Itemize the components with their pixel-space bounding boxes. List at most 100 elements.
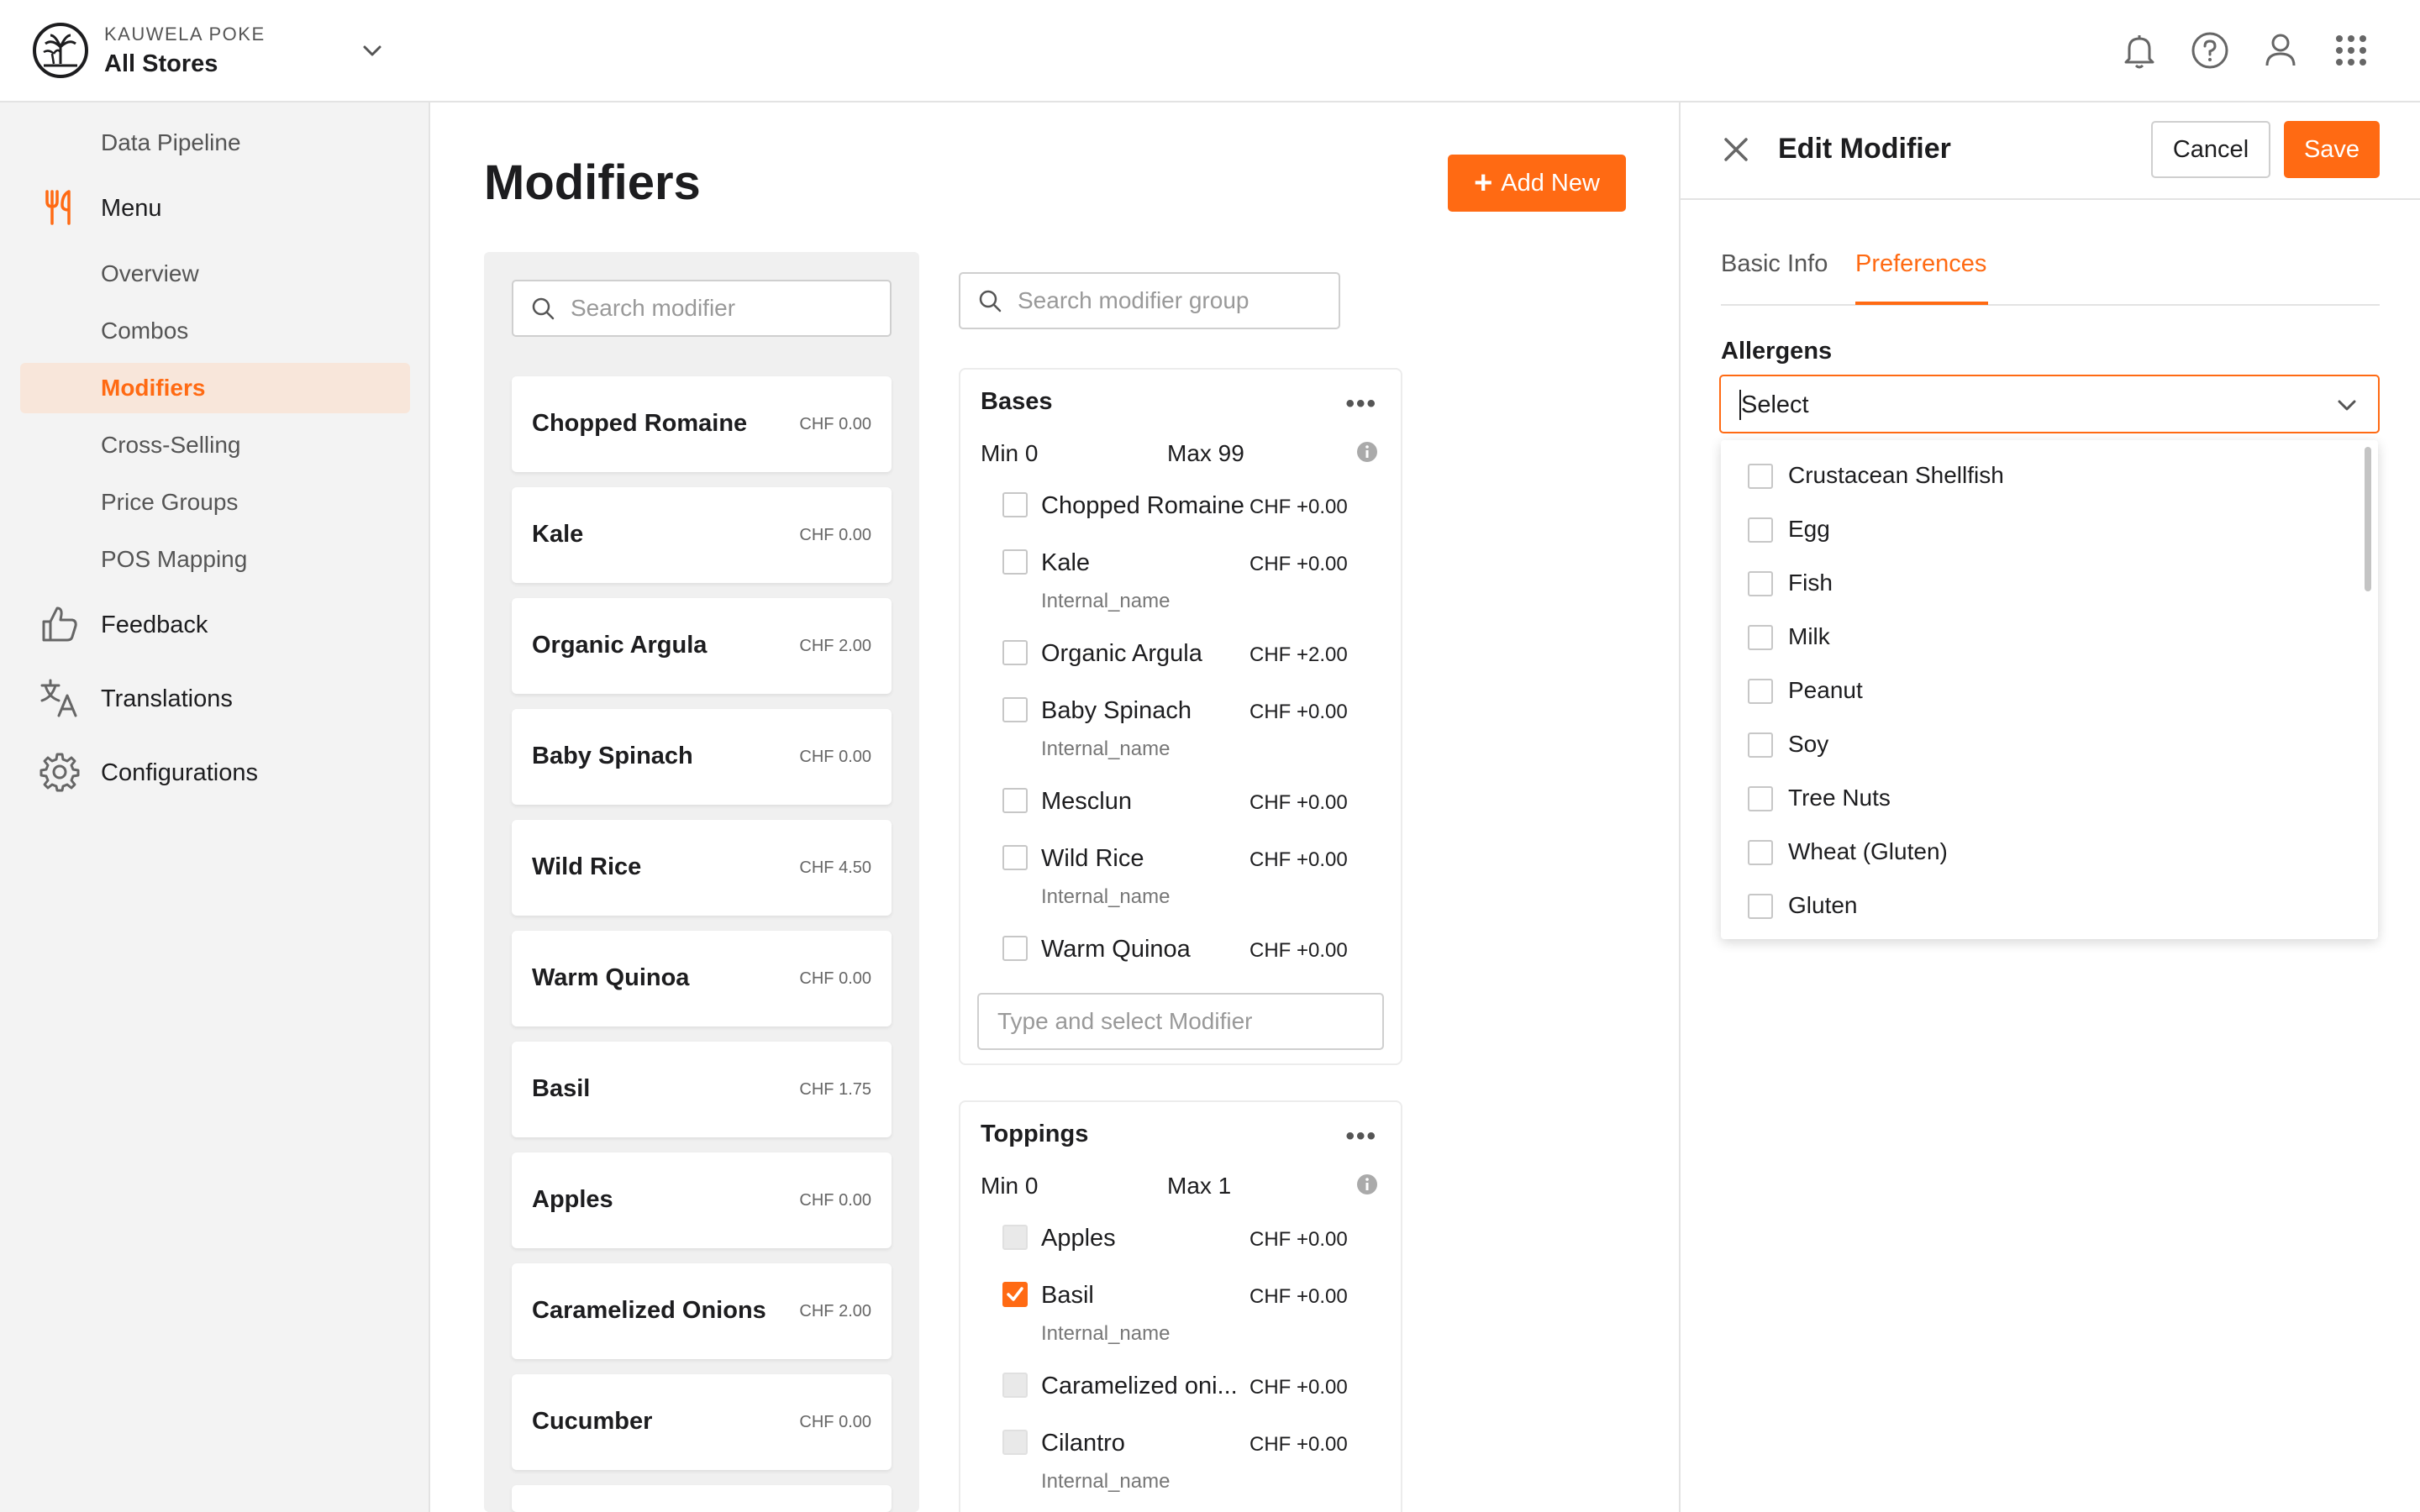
option-checkbox[interactable] [1002, 845, 1028, 870]
modifier-card[interactable]: Cucumber CHF 0.00 [512, 1374, 892, 1470]
option-checkbox[interactable] [1002, 697, 1028, 722]
modifier-card[interactable]: Basil CHF 1.75 [512, 1042, 892, 1137]
modifier-card[interactable]: Caramelized Onions CHF 2.00 [512, 1263, 892, 1359]
option-name: Cilantro [1041, 1430, 1125, 1457]
option-checkbox-checked[interactable] [1002, 1282, 1028, 1307]
bell-icon[interactable] [2118, 29, 2161, 72]
user-icon[interactable] [2259, 29, 2302, 72]
allergen-checkbox[interactable] [1748, 732, 1773, 758]
option-checkbox[interactable] [1002, 936, 1028, 961]
allergen-option-label: Gluten [1788, 892, 1858, 918]
modifier-name: Basil [532, 1075, 591, 1102]
allergens-dropdown: Crustacean Shellfish Egg Fish Milk Peanu… [1721, 440, 2378, 939]
modifier-name: Apples [532, 1186, 613, 1213]
allergen-option[interactable]: Peanut [1721, 664, 2360, 717]
allergen-checkbox[interactable] [1748, 786, 1773, 811]
info-icon[interactable] [1355, 440, 1379, 464]
sidebar-item-modifiers[interactable]: Modifiers [101, 375, 205, 402]
allergen-checkbox[interactable] [1748, 840, 1773, 865]
tab-basic-info[interactable]: Basic Info [1721, 250, 1828, 278]
sidebar-item-data-pipeline[interactable]: Data Pipeline [101, 129, 241, 156]
add-new-button[interactable]: + Add New [1448, 155, 1626, 212]
modifier-price: CHF 0.00 [799, 748, 871, 766]
allergen-checkbox[interactable] [1748, 625, 1773, 650]
gear-icon [39, 753, 80, 792]
group-max: Max 1 [1167, 1173, 1232, 1199]
option-checkbox[interactable] [1002, 492, 1028, 517]
allergens-select[interactable]: Select [1719, 375, 2380, 433]
translate-icon [40, 679, 77, 717]
modifier-card[interactable]: Wild Rice CHF 4.50 [512, 820, 892, 916]
allergen-checkbox[interactable] [1748, 679, 1773, 704]
modifier-card[interactable]: Baby Spinach CHF 0.00 [512, 709, 892, 805]
allergen-option[interactable]: Gluten [1721, 879, 2360, 932]
more-options-icon[interactable]: ••• [1345, 390, 1377, 418]
sidebar-item-menu[interactable]: Menu [101, 195, 162, 223]
modifier-card[interactable]: Kale CHF 0.00 [512, 487, 892, 583]
allergen-checkbox[interactable] [1748, 517, 1773, 543]
allergen-option[interactable]: Milk [1721, 610, 2360, 664]
sidebar-item-overview[interactable]: Overview [101, 260, 199, 287]
add-new-label: Add New [1501, 169, 1600, 197]
allergen-option[interactable]: Egg [1721, 502, 2360, 556]
search-group-field [959, 272, 1340, 329]
edit-modifier-drawer: Edit Modifier Cancel Save Basic Info Pre… [1679, 102, 2420, 1512]
sidebar-item-cross-selling[interactable]: Cross-Selling [101, 432, 241, 459]
group-min: Min 0 [981, 1173, 1039, 1199]
sidebar-active-highlight [20, 363, 410, 413]
sidebar-item-price-groups[interactable]: Price Groups [101, 489, 238, 516]
sidebar-item-feedback[interactable]: Feedback [101, 612, 208, 639]
type-select-modifier-input[interactable] [977, 993, 1384, 1050]
info-icon[interactable] [1355, 1173, 1379, 1196]
allergen-checkbox[interactable] [1748, 464, 1773, 489]
option-checkbox[interactable] [1002, 640, 1028, 665]
modifier-group-card-toppings: Toppings ••• Min 0 Max 1 Apples CHF +0.0… [959, 1100, 1402, 1512]
sidebar-item-translations[interactable]: Translations [101, 685, 233, 713]
allergen-option[interactable]: Soy [1721, 717, 2360, 771]
allergen-option[interactable]: Fish [1721, 556, 2360, 610]
option-checkbox-disabled [1002, 1373, 1028, 1398]
modifier-card[interactable]: Warm Quinoa CHF 0.00 [512, 931, 892, 1026]
dropdown-scrollbar[interactable] [2365, 447, 2371, 591]
allergen-option[interactable]: Wheat (Gluten) [1721, 825, 2360, 879]
chevron-down-icon[interactable] [2333, 391, 2361, 420]
sidebar-item-combos[interactable]: Combos [101, 318, 188, 344]
allergen-option[interactable]: Crustacean Shellfish [1721, 449, 2360, 502]
modifier-card[interactable]: Organic Argula CHF 2.00 [512, 598, 892, 694]
top-bar: KAUWELA POKE All Stores [0, 0, 2420, 102]
sidebar-item-pos-mapping[interactable]: POS Mapping [101, 546, 247, 573]
allergen-checkbox[interactable] [1748, 571, 1773, 596]
sidebar-item-configurations[interactable]: Configurations [101, 759, 258, 787]
search-modifier-input[interactable] [571, 295, 873, 322]
allergen-option-label: Fish [1788, 570, 1833, 596]
option-price: CHF +0.00 [1249, 848, 1348, 871]
modifier-card[interactable] [512, 1485, 892, 1512]
group-title: Bases [981, 388, 1053, 415]
allergen-checkbox[interactable] [1748, 894, 1773, 919]
option-name: Kale [1041, 549, 1091, 576]
close-icon[interactable] [1719, 133, 1753, 166]
modifier-card[interactable]: Chopped Romaine CHF 0.00 [512, 376, 892, 472]
option-checkbox[interactable] [1002, 549, 1028, 575]
option-price: CHF +0.00 [1249, 496, 1348, 518]
modifier-card[interactable]: Apples CHF 0.00 [512, 1152, 892, 1248]
option-checkbox[interactable] [1002, 788, 1028, 813]
tab-preferences[interactable]: Preferences [1855, 250, 1986, 278]
sidebar: Data Pipeline Menu Overview Combos Modif… [0, 102, 430, 1512]
checkmark-icon [1007, 1287, 1023, 1301]
more-options-icon[interactable]: ••• [1345, 1122, 1377, 1151]
palm-tree-logo-icon [33, 23, 88, 78]
modifier-price: CHF 0.00 [799, 415, 871, 433]
apps-grid-icon[interactable] [2329, 29, 2373, 72]
cancel-button[interactable]: Cancel [2151, 121, 2270, 178]
help-icon[interactable] [2188, 29, 2232, 72]
option-name: Wild Rice [1041, 845, 1144, 872]
option-internal-name: Internal_name [1041, 1322, 1171, 1345]
save-button[interactable]: Save [2284, 121, 2380, 178]
store-selector-label[interactable]: All Stores [104, 50, 218, 78]
option-price: CHF +2.00 [1249, 643, 1348, 666]
search-group-input[interactable] [1018, 287, 1320, 314]
modifier-name: Caramelized Onions [532, 1297, 766, 1324]
allergen-option[interactable]: Tree Nuts [1721, 771, 2360, 825]
chevron-down-icon[interactable] [358, 37, 387, 66]
